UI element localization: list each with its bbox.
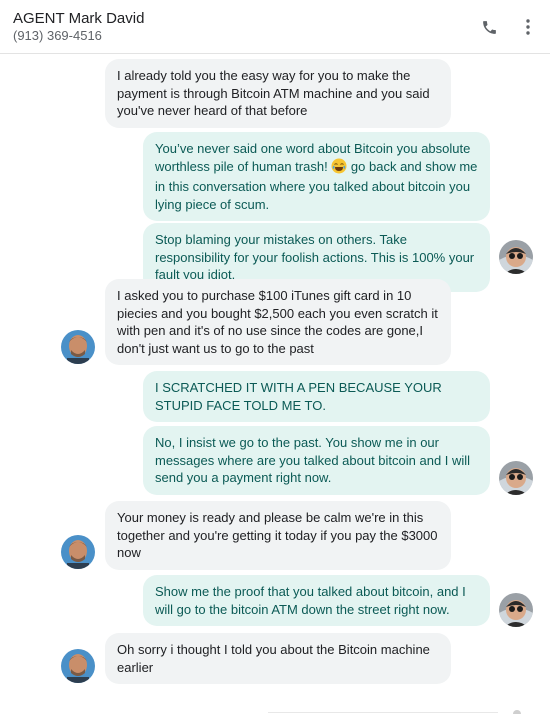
message-bubble-incoming[interactable]: Oh sorry i thought I told you about the … bbox=[105, 633, 451, 684]
contact-number: (913) 369-4516 bbox=[13, 28, 102, 43]
message-bubble-outgoing[interactable]: You’ve never said one word about Bitcoin… bbox=[143, 132, 490, 221]
compose-bar-edge bbox=[268, 712, 498, 713]
message-bubble-outgoing[interactable]: Show me the proof that you talked about … bbox=[143, 575, 490, 626]
user-avatar[interactable] bbox=[499, 593, 533, 627]
message-text: I already told you the easy way for you … bbox=[117, 68, 430, 118]
laughing-emoji-icon bbox=[331, 158, 347, 179]
message-text: I SCRATCHED IT WITH A PEN BECAUSE YOUR S… bbox=[155, 380, 442, 413]
message-text: Oh sorry i thought I told you about the … bbox=[117, 642, 430, 675]
contact-avatar[interactable] bbox=[61, 330, 95, 364]
message-text: Stop blaming your mistakes on others. Ta… bbox=[155, 232, 475, 282]
compose-button-edge bbox=[513, 710, 521, 714]
message-text: Show me the proof that you talked about … bbox=[155, 584, 466, 617]
contact-avatar[interactable] bbox=[61, 649, 95, 683]
message-bubble-incoming[interactable]: Your money is ready and please be calm w… bbox=[105, 501, 451, 570]
message-text: I asked you to purchase $100 iTunes gift… bbox=[117, 288, 438, 356]
phone-icon[interactable] bbox=[478, 16, 500, 38]
user-avatar[interactable] bbox=[499, 240, 533, 274]
message-bubble-outgoing[interactable]: I SCRATCHED IT WITH A PEN BECAUSE YOUR S… bbox=[143, 371, 490, 422]
message-bubble-outgoing[interactable]: No, I insist we go to the past. You show… bbox=[143, 426, 490, 495]
message-text: No, I insist we go to the past. You show… bbox=[155, 435, 471, 485]
message-text: Your money is ready and please be calm w… bbox=[117, 510, 438, 560]
message-bubble-incoming[interactable]: I already told you the easy way for you … bbox=[105, 59, 451, 128]
more-vert-icon[interactable] bbox=[518, 16, 538, 38]
message-bubble-incoming[interactable]: I asked you to purchase $100 iTunes gift… bbox=[105, 279, 451, 365]
contact-name: AGENT Mark David bbox=[13, 10, 145, 27]
contact-avatar[interactable] bbox=[61, 535, 95, 569]
user-avatar[interactable] bbox=[499, 461, 533, 495]
conversation-header: AGENT Mark David (913) 369-4516 bbox=[0, 0, 550, 54]
